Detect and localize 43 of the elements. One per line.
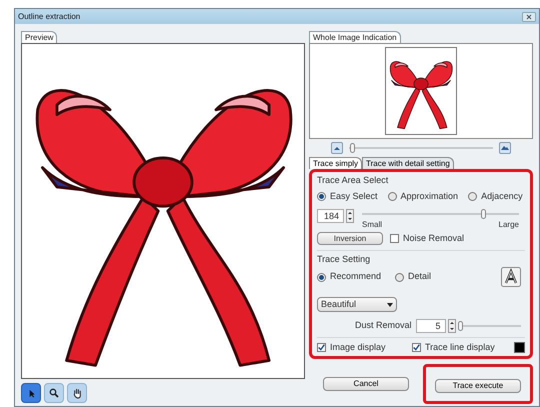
color-swatch[interactable] <box>514 342 525 354</box>
tool-button[interactable] <box>67 383 87 403</box>
close-icon[interactable] <box>522 12 536 22</box>
window-title: Outline extraction <box>18 10 80 22</box>
radio-option[interactable]: Easy Select <box>317 190 378 203</box>
checkbox-option[interactable]: Trace line display <box>412 341 514 354</box>
hand-icon <box>72 388 82 398</box>
cancel-button[interactable]: Cancel <box>323 377 409 391</box>
dust-removal-label: Dust Removal <box>355 319 412 332</box>
outline-letter-icon[interactable] <box>501 267 521 287</box>
checkmark-icon <box>318 344 325 352</box>
trace-tab[interactable]: Trace with detail setting <box>362 157 454 169</box>
tool-button[interactable] <box>44 383 64 403</box>
number-field[interactable]: 184 <box>317 209 344 223</box>
search-icon <box>49 388 59 398</box>
section-title: Trace Setting <box>317 252 372 266</box>
zoom-out-icon[interactable] <box>331 142 343 154</box>
number-field[interactable]: 5 <box>416 319 446 333</box>
preview-tab[interactable]: Preview <box>21 31 58 43</box>
pointer-icon <box>26 388 36 398</box>
zoom-slider[interactable] <box>349 143 493 153</box>
trace-tab[interactable]: Trace simply <box>309 157 362 169</box>
spin-arrows-icon[interactable] <box>346 209 354 223</box>
caret-icon <box>387 302 393 306</box>
zoom-in-icon[interactable] <box>499 142 511 154</box>
checkbox-option[interactable]: Image display <box>317 341 412 354</box>
dust-slider[interactable] <box>458 321 521 331</box>
spin-arrows-icon[interactable] <box>448 319 456 333</box>
trace-execute-button[interactable]: Trace execute <box>435 379 521 393</box>
checkmark-icon <box>413 344 420 352</box>
inversion-button[interactable]: Inversion <box>317 232 383 246</box>
section-title: Trace Area Select <box>317 174 390 187</box>
checkbox-option[interactable]: Noise Removal <box>390 232 464 246</box>
radio-option[interactable]: Recommend <box>317 270 382 284</box>
tool-button[interactable] <box>21 383 41 403</box>
slider-min-label: Small <box>362 219 382 231</box>
radio-option[interactable]: Approximation <box>388 190 458 203</box>
radio-option[interactable]: Adjacency <box>468 190 523 203</box>
slider-max-label: Large <box>498 219 519 231</box>
radio-option[interactable]: Detail <box>395 270 432 284</box>
overview-tab[interactable]: Whole Image Indication <box>309 31 401 43</box>
style-dropdown[interactable]: Beautiful <box>317 297 397 312</box>
area-slider[interactable] <box>362 209 519 219</box>
